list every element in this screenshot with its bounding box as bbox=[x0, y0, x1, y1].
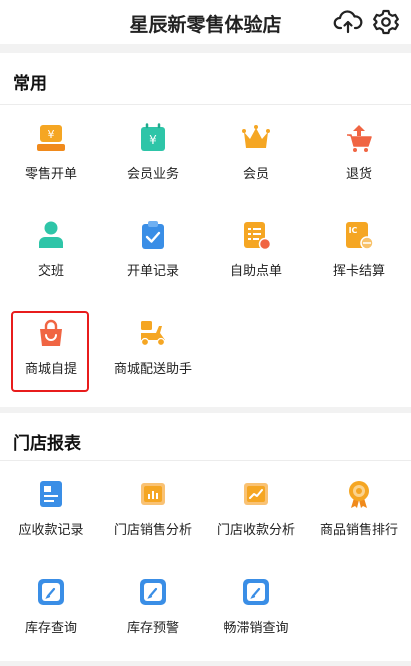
menu-list-icon bbox=[244, 222, 271, 250]
grid-item-label: 会员 bbox=[242, 167, 269, 182]
grid-item-label: 会员业务 bbox=[126, 167, 179, 182]
grid-item-label: 门店收款分析 bbox=[216, 523, 295, 538]
grid-item-label: 库存预警 bbox=[126, 621, 179, 636]
grid-item-receivable-records[interactable]: 应收款记录 bbox=[0, 463, 102, 553]
svg-text:¥: ¥ bbox=[48, 128, 55, 141]
grid-item-label: 应收款记录 bbox=[18, 523, 84, 538]
svg-text:IC: IC bbox=[349, 226, 358, 235]
section-divider bbox=[0, 104, 411, 105]
grid-item-shift-handover[interactable]: 交班 bbox=[0, 204, 102, 294]
grid-item-card-settlement[interactable]: IC 挥卡结算 bbox=[308, 204, 410, 294]
document-icon bbox=[40, 481, 62, 507]
medal-icon bbox=[349, 481, 369, 508]
grid-item-mall-delivery-assistant[interactable]: 商城配送助手 bbox=[102, 302, 204, 392]
member-bag-icon: ¥ bbox=[141, 123, 165, 151]
pencil-card-icon bbox=[38, 579, 64, 605]
grid-item-product-sales-ranking[interactable]: 商品销售排行 bbox=[308, 463, 410, 553]
crown-icon bbox=[242, 125, 270, 148]
grid-item-member-business[interactable]: ¥ 会员业务 bbox=[102, 107, 204, 197]
grid-item-slow-moving-query[interactable]: 畅滞销查询 bbox=[205, 561, 307, 651]
grid-item-label: 畅滞销查询 bbox=[223, 621, 289, 636]
grid-item-label: 门店销售分析 bbox=[113, 523, 192, 538]
grid-item-order-records[interactable]: 开单记录 bbox=[102, 204, 204, 294]
grid-item-member[interactable]: 会员 bbox=[205, 107, 307, 197]
cashier-icon: ¥ bbox=[37, 125, 65, 151]
grid-item-label: 退货 bbox=[345, 167, 372, 182]
selection-highlight bbox=[11, 311, 89, 392]
header-bar: 星辰新零售体验店 bbox=[0, 0, 411, 44]
grid-item-inventory-alert[interactable]: 库存预警 bbox=[102, 561, 204, 651]
cloud-upload-icon[interactable] bbox=[333, 7, 363, 37]
person-icon bbox=[39, 221, 63, 248]
grid-item-label: 商品销售排行 bbox=[319, 523, 398, 538]
grid-item-store-sales-analysis[interactable]: 门店销售分析 bbox=[102, 463, 204, 553]
scooter-icon bbox=[140, 321, 166, 347]
svg-text:¥: ¥ bbox=[149, 133, 157, 147]
ic-card-icon: IC bbox=[346, 222, 374, 250]
pencil-card-icon bbox=[243, 579, 269, 605]
section-title-common: 常用 bbox=[13, 74, 47, 94]
grid-item-self-order[interactable]: 自助点单 bbox=[205, 204, 307, 294]
grid-item-return[interactable]: 退货 bbox=[308, 107, 410, 197]
grid-item-label: 挥卡结算 bbox=[332, 264, 385, 279]
grid-item-label: 交班 bbox=[37, 264, 64, 279]
pencil-card-icon bbox=[140, 579, 166, 605]
line-chart-icon bbox=[244, 483, 268, 505]
grid-item-store-payment-analysis[interactable]: 门店收款分析 bbox=[205, 463, 307, 553]
section-title-store-reports: 门店报表 bbox=[13, 434, 81, 454]
bar-chart-icon bbox=[141, 483, 165, 505]
grid-item-label: 开单记录 bbox=[126, 264, 179, 279]
grid-item-inventory-query[interactable]: 库存查询 bbox=[0, 561, 102, 651]
grid-item-label: 零售开单 bbox=[24, 167, 77, 182]
gear-icon[interactable] bbox=[371, 7, 401, 37]
grid-item-label: 商城配送助手 bbox=[113, 362, 192, 377]
grid-item-label: 自助点单 bbox=[229, 264, 282, 279]
return-cart-icon bbox=[347, 125, 372, 152]
grid-item-retail-order[interactable]: ¥ 零售开单 bbox=[0, 107, 102, 197]
grid-item-label: 库存查询 bbox=[24, 621, 77, 636]
clipboard-check-icon bbox=[142, 221, 164, 249]
section-divider bbox=[0, 460, 411, 461]
